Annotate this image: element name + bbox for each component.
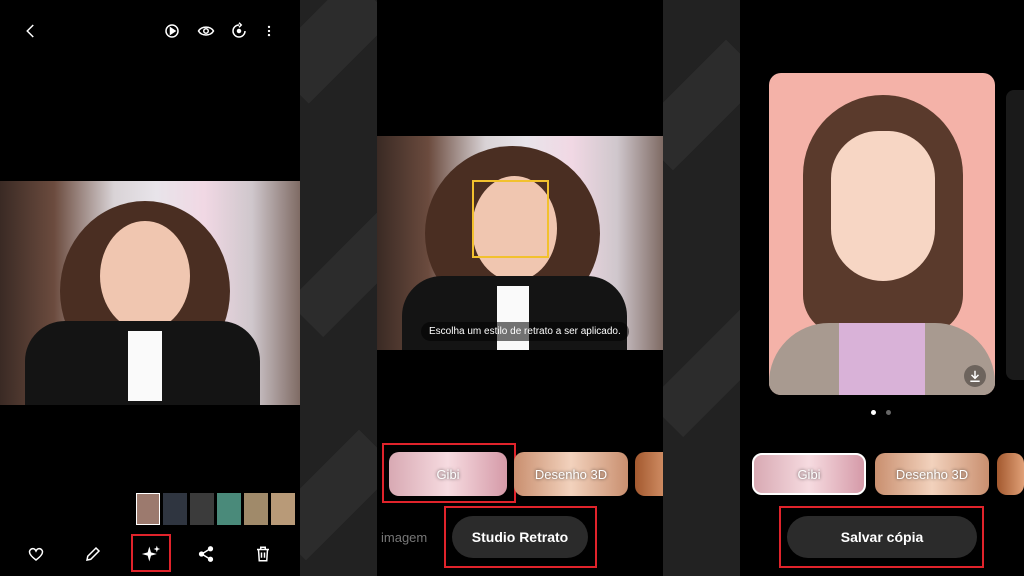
comparison-stage: Escolha um estilo de retrato a ser aplic… xyxy=(0,0,1024,576)
remaster-icon[interactable] xyxy=(230,22,248,40)
ai-sparkle-icon[interactable] xyxy=(141,544,161,564)
cartoon-sweater xyxy=(839,323,925,395)
share-icon[interactable] xyxy=(197,545,215,563)
thumbnail[interactable] xyxy=(217,493,241,525)
thumbnail[interactable] xyxy=(136,493,160,525)
gallery-viewer-panel xyxy=(0,0,300,576)
thumbnail[interactable] xyxy=(244,493,268,525)
style-label: Gibi xyxy=(797,466,821,482)
style-option-desenho-3d[interactable]: Desenho 3D xyxy=(875,453,989,495)
style-option-gibi[interactable]: Gibi xyxy=(752,453,866,495)
style-option-desenho-3d[interactable]: Desenho 3D xyxy=(514,452,628,496)
thumbnail-strip[interactable] xyxy=(136,493,295,525)
highlight-frame xyxy=(382,443,516,503)
instruction-toast: Escolha um estilo de retrato a ser aplic… xyxy=(421,322,629,341)
portrait-studio-selection-panel: Escolha um estilo de retrato a ser aplic… xyxy=(377,0,663,576)
thumbnail[interactable] xyxy=(271,493,295,525)
motion-photo-icon[interactable] xyxy=(163,22,181,40)
eye-icon[interactable] xyxy=(196,22,216,40)
back-arrow-icon[interactable] xyxy=(22,22,40,40)
page-dot-active xyxy=(871,410,876,415)
photo-shirt xyxy=(128,331,162,401)
style-option-more[interactable] xyxy=(997,453,1024,495)
photo-face xyxy=(100,221,190,331)
more-options-icon[interactable] xyxy=(262,22,276,40)
stylized-portrait-card[interactable] xyxy=(769,73,995,395)
main-photo[interactable] xyxy=(0,181,300,405)
style-option-more[interactable] xyxy=(635,452,663,496)
highlight-frame xyxy=(444,506,597,568)
highlight-frame xyxy=(779,506,984,568)
face-detection-box xyxy=(472,180,549,258)
thumbnail[interactable] xyxy=(190,493,214,525)
portrait-result-panel: Gibi Desenho 3D Salvar cópia xyxy=(740,0,1024,576)
edit-pencil-icon[interactable] xyxy=(84,545,102,563)
style-label: Desenho 3D xyxy=(534,466,608,482)
style-label: Desenho 3D xyxy=(895,466,969,482)
page-dot xyxy=(886,410,891,415)
cartoon-face xyxy=(831,131,935,281)
tab-imagem[interactable]: imagem xyxy=(381,530,427,545)
trash-icon[interactable] xyxy=(254,545,272,563)
download-icon[interactable] xyxy=(964,365,986,387)
next-portrait-peek[interactable] xyxy=(1006,90,1024,380)
thumbnail[interactable] xyxy=(163,493,187,525)
heart-icon[interactable] xyxy=(27,545,45,563)
